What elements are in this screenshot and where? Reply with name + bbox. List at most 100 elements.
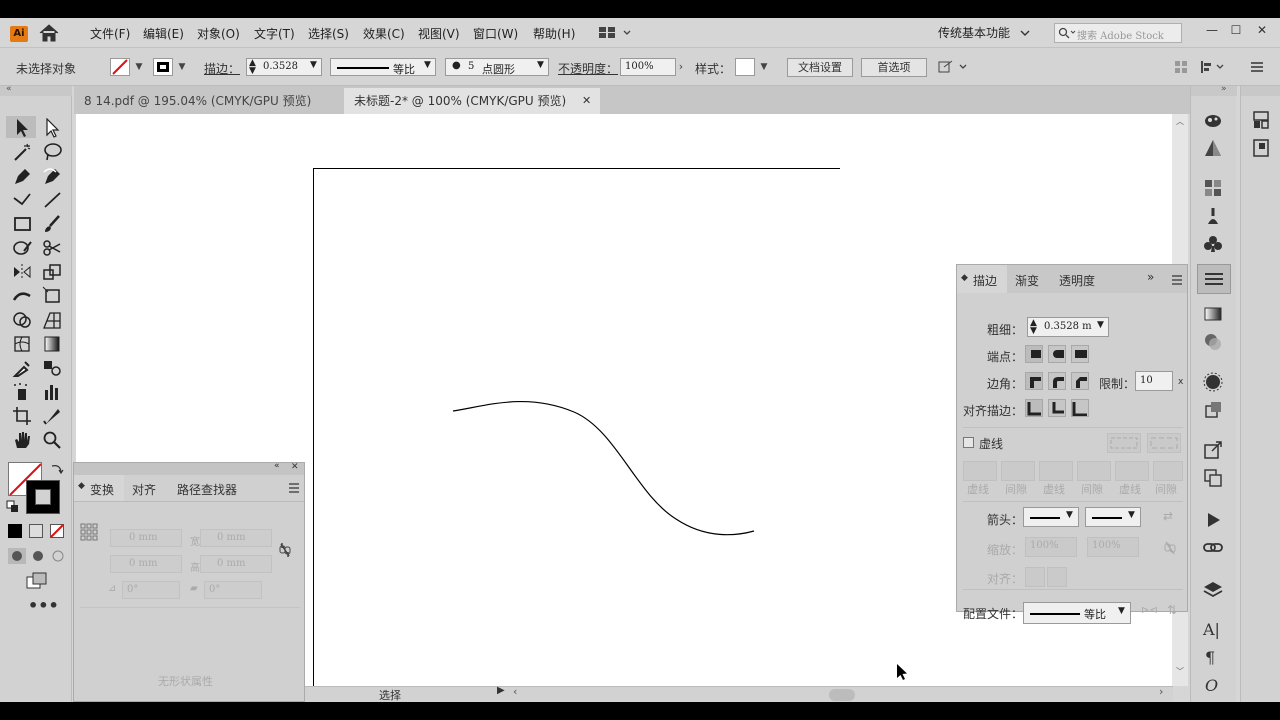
chevron-down-icon[interactable]: ▼ (310, 60, 317, 70)
stock-search-field[interactable]: 搜索 Adobe Stock (1054, 23, 1182, 43)
chevron-down-icon[interactable]: ▼ (1128, 510, 1135, 520)
tab-stroke[interactable]: 描边 (973, 272, 997, 289)
menu-select[interactable]: 选择(S) (308, 25, 349, 42)
constrain-link-icon[interactable] (278, 541, 292, 559)
more-tools-icon[interactable]: ••• (28, 596, 59, 615)
slice-tool-icon[interactable] (42, 406, 64, 426)
actions-icon[interactable] (1203, 510, 1223, 530)
properties-panel-icon[interactable] (1251, 110, 1271, 130)
dash-preserve-button[interactable] (1107, 433, 1141, 453)
grid-icon[interactable] (1174, 60, 1190, 74)
asset-export-icon[interactable] (1203, 440, 1223, 460)
default-colors-icon[interactable] (6, 500, 20, 514)
transparency-panel-icon[interactable] (1203, 332, 1223, 352)
start-arrowhead-select[interactable]: ▼ (1023, 507, 1079, 527)
chevron-down-icon[interactable] (1019, 28, 1031, 38)
column-graph-tool-icon[interactable] (42, 382, 64, 402)
menu-object[interactable]: 对象(O) (197, 25, 240, 42)
align-outside-button[interactable] (1071, 399, 1089, 417)
fill-dropdown-icon[interactable]: ▼ (132, 58, 146, 76)
chevron-down-icon[interactable]: ▼ (537, 60, 544, 70)
stroke-profile-select[interactable]: 等比 ▼ (330, 58, 436, 76)
libraries-panel-icon[interactable] (1251, 138, 1271, 158)
direct-selection-tool-icon[interactable] (42, 118, 64, 138)
appearance-panel-icon[interactable] (1203, 372, 1223, 392)
scroll-right-icon[interactable]: › (1159, 685, 1163, 698)
weight-field[interactable]: ▲ ▼ 0.3528 m ▼ (1027, 317, 1109, 337)
expand-icon[interactable]: » (1147, 270, 1154, 284)
layers-icon[interactable] (1203, 580, 1223, 600)
gradient-mode-icon[interactable] (29, 524, 43, 538)
align-inside-button[interactable] (1048, 399, 1066, 417)
scroll-up-icon[interactable]: ︿ (1176, 116, 1184, 127)
blend-tool-icon[interactable] (42, 358, 64, 378)
profile-select[interactable]: 等比 ▼ (1023, 602, 1131, 624)
panel-menu-icon[interactable] (1171, 275, 1183, 285)
draw-mode-icon[interactable] (8, 548, 68, 564)
screen-mode-icon[interactable] (26, 572, 48, 590)
color-guide-icon[interactable] (1203, 138, 1223, 158)
lasso-tool-icon[interactable] (42, 142, 64, 162)
opacity-field[interactable]: 100% (620, 58, 676, 76)
tab-gradient[interactable]: 渐变 (1015, 272, 1039, 289)
scissors-tool-icon[interactable] (42, 238, 64, 258)
swap-colors-icon[interactable] (50, 462, 64, 476)
preferences-button[interactable]: 首选项 (861, 58, 927, 77)
artboards-icon[interactable] (1203, 468, 1223, 488)
menu-file[interactable]: 文件(F) (90, 25, 130, 42)
tab-document-1[interactable]: 8 14.pdf @ 195.04% (CMYK/GPU 预览) (74, 88, 344, 114)
close-tab-icon[interactable]: ✕ (582, 88, 591, 114)
document-setup-button[interactable]: 文档设置 (787, 58, 853, 77)
round-join-button[interactable] (1048, 372, 1066, 390)
butt-cap-button[interactable] (1025, 345, 1043, 363)
selection-tool-icon[interactable] (12, 118, 34, 138)
symbols-icon[interactable] (1203, 234, 1223, 254)
links-icon[interactable] (1203, 538, 1223, 558)
character-panel-icon[interactable]: A| (1203, 620, 1220, 639)
status-menu-icon[interactable]: ▶ (497, 685, 505, 696)
menu-window[interactable]: 窗口(W) (473, 25, 518, 42)
brush-select[interactable]: ● 5 点圆形 ▼ (445, 58, 549, 76)
end-arrowhead-select[interactable]: ▼ (1085, 507, 1141, 527)
style-swatch[interactable] (735, 58, 755, 76)
reference-point-icon[interactable] (80, 523, 98, 541)
close-icon[interactable]: ✕ (291, 462, 299, 472)
menu-effect[interactable]: 效果(C) (363, 25, 405, 42)
graphic-styles-icon[interactable] (1203, 400, 1223, 420)
tab-document-2[interactable]: 未标题-2* @ 100% (CMYK/GPU 预览) ✕ (344, 88, 600, 114)
pen-tool-icon[interactable] (12, 166, 34, 186)
gradient-tool-icon[interactable] (42, 334, 64, 354)
color-mode-icon[interactable] (8, 524, 22, 538)
flip-across-icon[interactable]: ⇅ (1167, 603, 1177, 617)
color-panel-icon[interactable] (1203, 110, 1223, 130)
tab-expand-icon[interactable]: ◆ (961, 273, 968, 283)
miter-join-button[interactable] (1025, 372, 1043, 390)
align-options-icon[interactable] (1200, 60, 1226, 74)
anchor-point-tool-icon[interactable] (12, 190, 34, 210)
home-icon[interactable] (38, 24, 60, 42)
chevron-down-icon[interactable]: ▼ (1118, 606, 1125, 616)
gradient-panel-icon[interactable] (1203, 304, 1223, 324)
chevron-down-icon[interactable]: ▼ (424, 60, 431, 70)
chevron-down-icon[interactable]: ▼ (1066, 510, 1073, 520)
eyedropper-tool-icon[interactable] (12, 358, 34, 378)
chevron-down-icon[interactable]: ▼ (1097, 320, 1104, 330)
arrange-documents-icon[interactable] (598, 26, 634, 40)
curvature-tool-icon[interactable] (42, 166, 64, 186)
align-center-button[interactable] (1025, 399, 1043, 417)
workspace-switcher[interactable]: 传统基本功能 (938, 24, 1010, 41)
panel-menu-icon[interactable] (288, 483, 300, 493)
horizontal-scroll-thumb[interactable] (829, 689, 855, 701)
opentype-panel-icon[interactable]: O (1205, 676, 1218, 695)
stroke-panel-active[interactable] (1197, 264, 1231, 294)
menu-edit[interactable]: 编辑(E) (143, 25, 184, 42)
symbol-sprayer-tool-icon[interactable] (12, 382, 34, 402)
fill-swatch[interactable] (110, 58, 130, 76)
flip-along-icon[interactable]: ⊳⊲ (1141, 605, 1158, 616)
opacity-label[interactable]: 不透明度： (558, 60, 618, 77)
menu-type[interactable]: 文字(T) (254, 25, 295, 42)
stroke-dropdown-icon[interactable]: ▼ (175, 58, 189, 76)
magic-wand-tool-icon[interactable] (12, 142, 34, 162)
hand-tool-icon[interactable] (12, 430, 34, 450)
swap-arrowheads-icon[interactable]: ⇄ (1163, 509, 1173, 523)
